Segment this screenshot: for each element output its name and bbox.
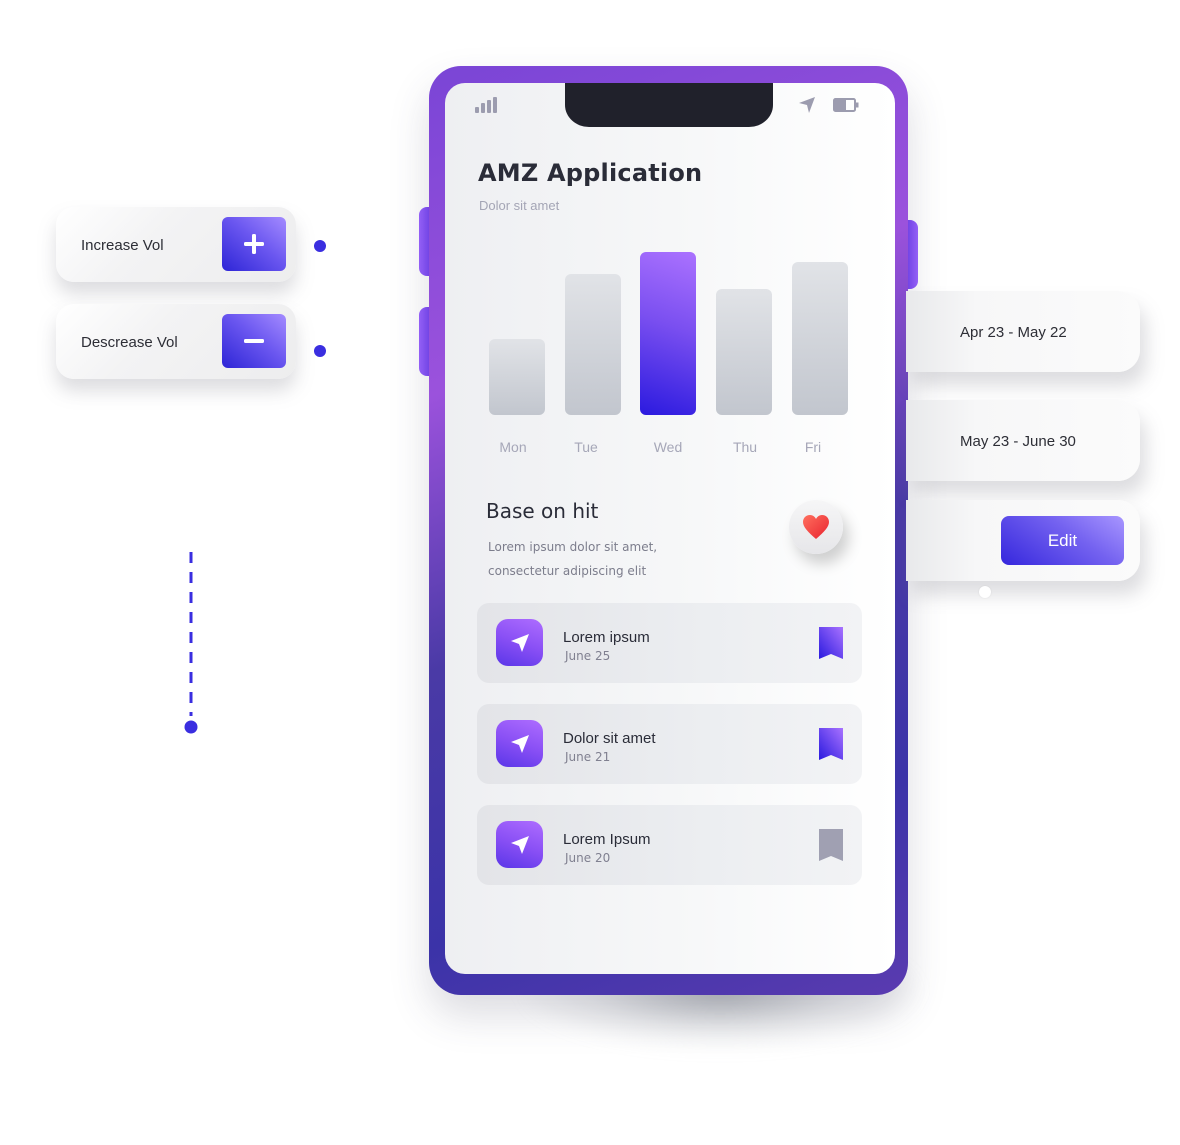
bookmark-icon[interactable] — [818, 626, 844, 660]
list-item-date: June 20 — [565, 851, 611, 865]
decrease-volume-card: Descrease Vol — [56, 304, 296, 379]
chart-bar-fri[interactable] — [792, 262, 848, 415]
connector-dot-corner — [184, 720, 198, 734]
phone-screen: AMZ Application Dolor sit amet Mon Tue Wed… — [445, 83, 895, 974]
list-item[interactable]: Lorem ipsum June 25 — [477, 603, 862, 683]
location-arrow-icon — [799, 97, 815, 113]
connector-dot-increase — [314, 240, 326, 252]
phone-notch — [565, 83, 773, 127]
app-title: AMZ Application — [478, 159, 703, 187]
location-arrow-icon — [510, 835, 529, 854]
section-description: Lorem ipsum dolor sit amet, consectetur … — [488, 535, 748, 583]
chart-bar-thu[interactable] — [716, 289, 772, 415]
favorite-button[interactable] — [789, 500, 843, 554]
section-title: Base on hit — [486, 499, 599, 523]
date-range-card[interactable]: Apr 23 - May 22 — [906, 291, 1140, 372]
chart-bar-wed[interactable] — [640, 252, 696, 415]
location-arrow-icon — [510, 633, 529, 652]
app-subtitle: Dolor sit amet — [479, 198, 560, 213]
connector-dot-decrease — [314, 345, 326, 357]
signal-icon — [475, 97, 497, 113]
list-item[interactable]: Lorem Ipsum June 20 — [477, 805, 862, 885]
battery-icon — [833, 98, 859, 112]
date-range-card[interactable]: May 23 - June 30 — [906, 400, 1140, 481]
navigation-app-icon — [496, 720, 543, 767]
chart-x-label: Mon — [499, 439, 527, 455]
chart-bar-mon[interactable] — [489, 339, 545, 415]
edit-card: Edit — [906, 500, 1140, 581]
weekly-bar-chart: Mon Tue Wed Thu Fri — [445, 233, 895, 473]
heart-icon — [803, 515, 829, 539]
chart-bar-tue[interactable] — [565, 274, 621, 415]
date-range-text: Apr 23 - May 22 — [960, 324, 1067, 341]
section-description-line: consectetur adipiscing elit — [488, 564, 647, 578]
chart-x-label: Thu — [732, 439, 758, 455]
chart-x-label: Fri — [804, 439, 822, 455]
navigation-app-icon — [496, 619, 543, 666]
list-item[interactable]: Dolor sit amet June 21 — [477, 704, 862, 784]
chart-x-label: Tue — [574, 439, 598, 455]
increase-volume-button[interactable] — [222, 217, 286, 271]
decrease-volume-label: Descrease Vol — [81, 334, 178, 351]
connector-dot-edit — [979, 586, 991, 598]
increase-volume-label: Increase Vol — [81, 237, 164, 254]
increase-volume-card: Increase Vol — [56, 207, 296, 282]
list-item-date: June 21 — [565, 750, 611, 764]
location-arrow-icon — [510, 734, 529, 753]
decrease-volume-button[interactable] — [222, 314, 286, 368]
navigation-app-icon — [496, 821, 543, 868]
date-range-text: May 23 - June 30 — [960, 433, 1076, 450]
list-item-date: June 25 — [565, 649, 611, 663]
section-description-line: Lorem ipsum dolor sit amet, — [488, 540, 658, 554]
list-item-title: Lorem Ipsum — [563, 831, 651, 848]
list-item-title: Lorem ipsum — [563, 629, 650, 646]
bookmark-icon[interactable] — [818, 828, 844, 862]
chart-x-label: Wed — [653, 439, 683, 455]
minus-icon — [244, 339, 264, 343]
edit-button[interactable]: Edit — [1001, 516, 1124, 565]
bookmark-icon[interactable] — [818, 727, 844, 761]
plus-icon — [244, 234, 264, 254]
list-item-title: Dolor sit amet — [563, 730, 656, 747]
